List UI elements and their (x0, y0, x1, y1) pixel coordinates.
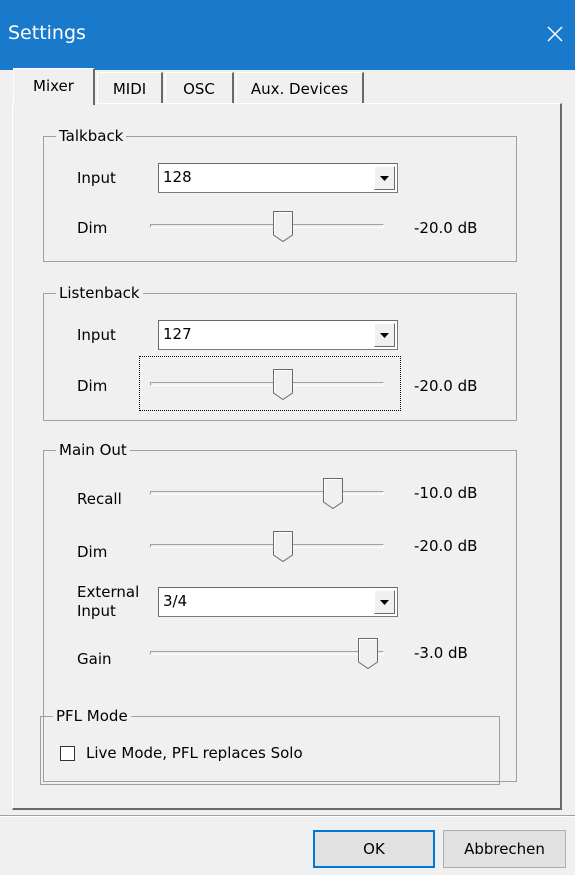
listenback-dim-value: -20.0 dB (414, 377, 478, 395)
tab-osc[interactable]: OSC (165, 72, 234, 104)
main-out-dim-slider-thumb[interactable] (273, 531, 294, 563)
pfl-mode-group-title: PFL Mode (53, 706, 131, 726)
tab-midi[interactable]: MIDI (97, 72, 163, 104)
main-out-external-input-value: 3/4 (163, 592, 188, 610)
talkback-group-title: Talkback (56, 126, 127, 146)
main-out-recall-slider-track[interactable] (150, 491, 384, 495)
main-out-recall-slider-thumb[interactable] (322, 478, 343, 510)
listenback-input-select[interactable]: 127 (158, 320, 398, 350)
close-button[interactable] (531, 12, 575, 58)
mixer-tab-panel: Talkback Input 128 Dim -20.0 dB Listenba… (12, 103, 562, 810)
footer-separator (0, 815, 575, 817)
live-mode-checkbox[interactable] (60, 746, 75, 761)
chevron-down-icon (380, 176, 389, 181)
main-out-recall-value: -10.0 dB (414, 484, 478, 502)
main-out-external-input-label-line1: External (77, 583, 140, 601)
listenback-input-label: Input (77, 326, 116, 344)
talkback-input-select[interactable]: 128 (158, 163, 398, 193)
cancel-button[interactable]: Abbrechen (443, 830, 566, 868)
listenback-dim-slider-track[interactable] (150, 382, 384, 386)
listenback-group-title: Listenback (56, 283, 143, 303)
main-out-external-input-select[interactable]: 3/4 (158, 587, 398, 617)
chevron-down-icon (380, 333, 389, 338)
main-out-gain-label: Gain (77, 650, 112, 668)
talkback-dim-slider-thumb[interactable] (273, 211, 294, 243)
talkback-input-value: 128 (163, 168, 192, 186)
main-out-gain-slider-track[interactable] (150, 651, 384, 655)
live-mode-checkbox-label[interactable]: Live Mode, PFL replaces Solo (86, 744, 303, 762)
pfl-mode-group: PFL Mode Live Mode, PFL replaces Solo (40, 706, 500, 785)
main-out-external-input-dropdown-button[interactable] (374, 590, 395, 614)
main-out-recall-label: Recall (77, 490, 122, 508)
tab-mixer[interactable]: Mixer (13, 68, 95, 105)
listenback-dim-label: Dim (77, 377, 108, 395)
main-out-dim-label: Dim (77, 543, 108, 561)
listenback-dim-slider-thumb[interactable] (273, 369, 294, 401)
talkback-dim-value: -20.0 dB (414, 219, 478, 237)
talkback-input-dropdown-button[interactable] (374, 166, 395, 190)
main-out-gain-slider-thumb[interactable] (357, 638, 378, 670)
talkback-dim-label: Dim (77, 219, 108, 237)
ok-button[interactable]: OK (313, 830, 435, 868)
main-out-dim-value: -20.0 dB (414, 537, 478, 555)
window-title: Settings (8, 22, 86, 44)
talkback-dim-slider-track[interactable] (150, 224, 384, 228)
talkback-input-label: Input (77, 169, 116, 187)
talkback-group: Talkback Input 128 Dim -20.0 dB (43, 126, 517, 262)
chevron-down-icon (380, 600, 389, 605)
listenback-input-dropdown-button[interactable] (374, 323, 395, 347)
listenback-input-value: 127 (163, 325, 192, 343)
listenback-group: Listenback Input 127 Dim -20.0 dB (43, 283, 517, 421)
main-out-dim-slider-track[interactable] (150, 544, 384, 548)
main-out-group-title: Main Out (56, 440, 130, 460)
main-out-gain-value: -3.0 dB (414, 644, 468, 662)
main-out-external-input-label-line2: Input (77, 602, 116, 620)
close-icon (547, 26, 563, 42)
tab-aux-devices[interactable]: Aux. Devices (236, 72, 364, 104)
title-bar: Settings (0, 0, 575, 70)
